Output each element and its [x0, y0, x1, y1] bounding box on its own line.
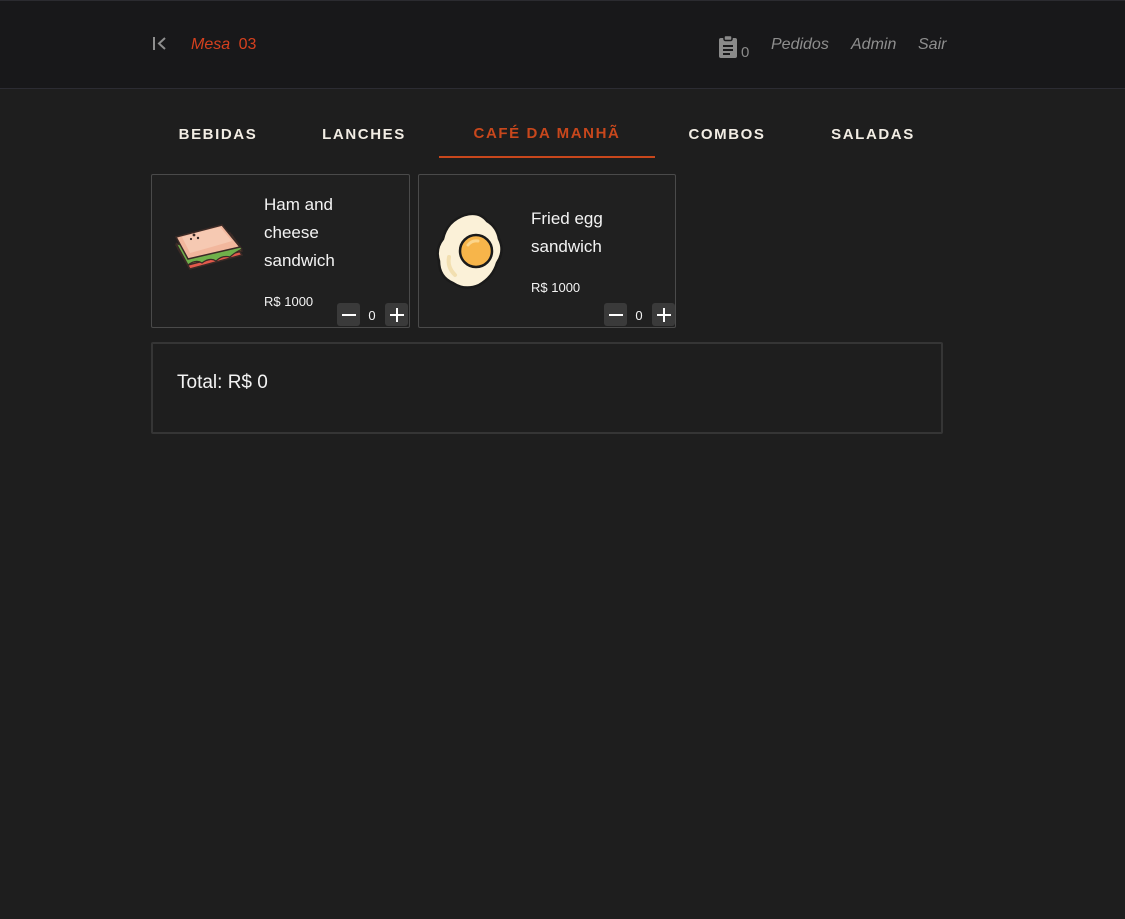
product-price: R$ 1000	[264, 294, 314, 309]
minus-icon	[608, 313, 623, 316]
orders-count: 0	[741, 44, 750, 61]
plus-icon	[656, 307, 671, 322]
orders-indicator[interactable]: 0	[718, 35, 750, 61]
tab-combos[interactable]: COMBOS	[660, 110, 794, 158]
sandwich-icon	[174, 224, 244, 270]
nav-link-admin[interactable]: Admin	[851, 36, 896, 54]
decrease-quantity-button[interactable]	[604, 303, 627, 326]
tab-lanches[interactable]: LANCHES	[296, 110, 432, 158]
tab-bebidas[interactable]: BEBIDAS	[151, 110, 285, 158]
minus-icon	[341, 313, 356, 316]
tab-saladas[interactable]: SALADAS	[805, 110, 941, 158]
product-price: R$ 1000	[531, 280, 581, 295]
table-indicator: Mesa 03	[191, 36, 256, 54]
increase-quantity-button[interactable]	[652, 303, 675, 326]
product-card[interactable]: Fried egg sandwich R$ 1000 0	[418, 174, 676, 328]
tab-cafe-da-manha[interactable]: CAFÉ DA MANHÃ	[439, 110, 655, 158]
increase-quantity-button[interactable]	[385, 303, 408, 326]
decrease-quantity-button[interactable]	[337, 303, 360, 326]
product-name: Ham and cheese sandwich	[264, 195, 335, 270]
collapse-left-icon[interactable]	[151, 35, 169, 53]
table-label: Mesa	[191, 36, 231, 53]
order-total: Total: R$ 0	[177, 372, 268, 393]
table-number: 03	[238, 36, 257, 53]
plus-icon	[389, 307, 404, 322]
order-total-panel: Total: R$ 0	[151, 342, 943, 434]
quantity-value: 0	[368, 308, 376, 323]
nav-link-sair[interactable]: Sair	[918, 36, 946, 54]
fried-egg-icon	[436, 212, 503, 289]
clipboard-icon	[719, 35, 737, 58]
top-navbar: Mesa 03 0 Pedidos Admin Sair	[0, 0, 1125, 89]
nav-link-pedidos[interactable]: Pedidos	[771, 36, 829, 54]
product-card[interactable]: Ham and cheese sandwich R$ 1000 0	[151, 174, 410, 328]
quantity-value: 0	[635, 308, 643, 323]
product-name: Fried egg sandwich	[531, 209, 603, 256]
